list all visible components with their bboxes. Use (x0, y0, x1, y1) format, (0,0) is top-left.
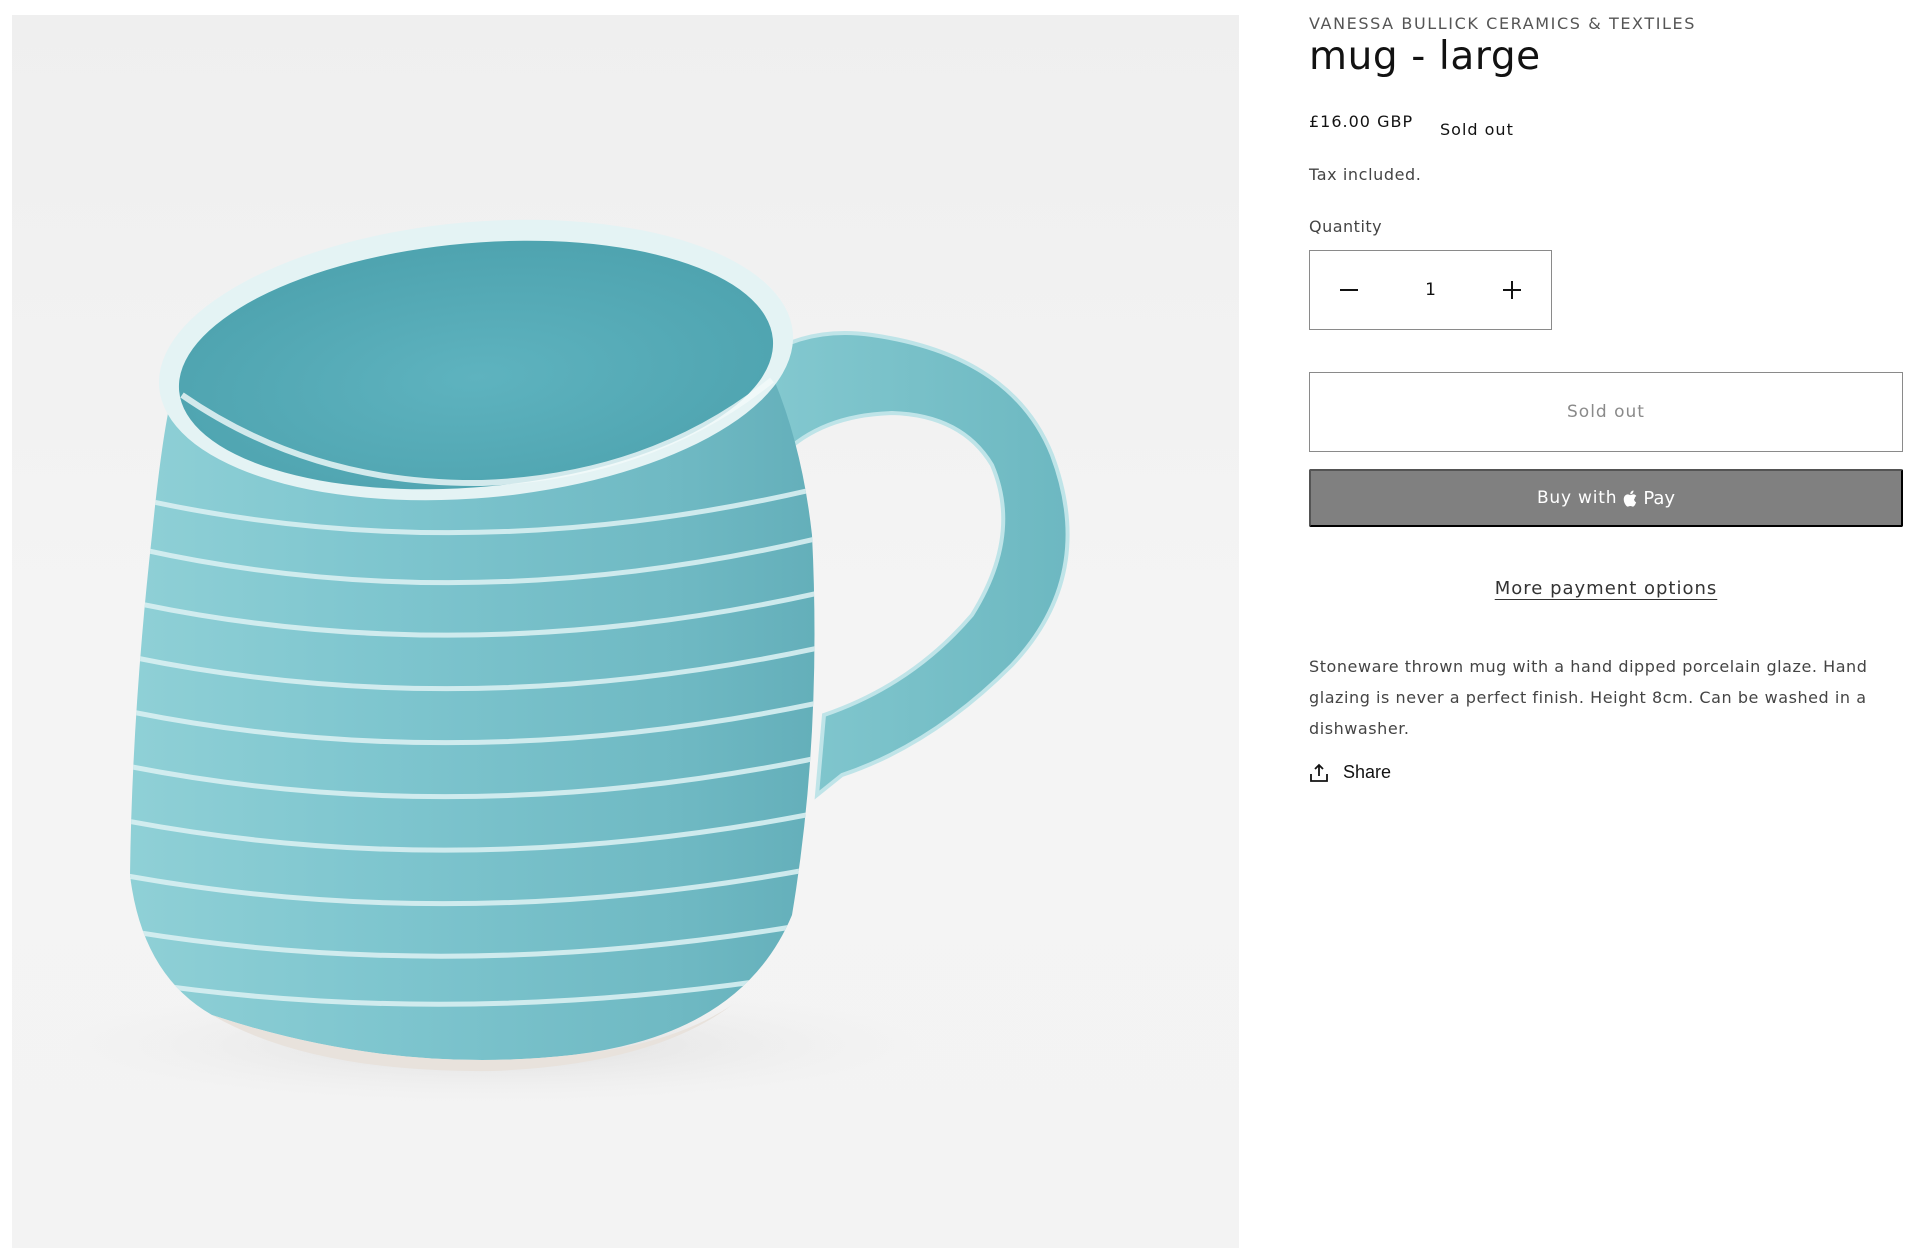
quantity-stepper (1309, 250, 1552, 330)
apple-pay-prefix: Buy with (1536, 488, 1618, 508)
quantity-decrease-button[interactable] (1310, 251, 1388, 329)
product-price: £16.00 GBP (1309, 112, 1414, 131)
share-icon (1310, 763, 1328, 782)
share-button[interactable]: Share (1309, 762, 1391, 783)
quantity-input[interactable] (1390, 251, 1471, 329)
add-to-cart-button[interactable]: Sold out (1309, 372, 1903, 452)
more-payment-options-link[interactable]: More payment options (1495, 578, 1718, 599)
apple-logo-icon (1623, 490, 1637, 507)
more-payment-options-container: More payment options (1309, 578, 1903, 599)
product-title: mug - large (1309, 34, 1541, 79)
product-description: Stoneware thrown mug with a hand dipped … (1309, 657, 1868, 738)
plus-icon (1503, 281, 1521, 299)
share-label: Share (1343, 762, 1392, 782)
apple-pay-button[interactable]: Buy with Pay (1309, 469, 1903, 527)
apple-pay-brand: Pay (1643, 487, 1676, 509)
minus-icon (1340, 289, 1358, 291)
product-image[interactable] (12, 15, 1239, 1248)
tax-note: Tax included. (1309, 165, 1422, 184)
sold-out-badge: Sold out (1440, 120, 1514, 139)
quantity-label: Quantity (1309, 217, 1383, 236)
quantity-increase-button[interactable] (1473, 251, 1551, 329)
mug-illustration (52, 219, 1070, 1105)
vendor-name: VANESSA BULLICK CERAMICS & TEXTILES (1309, 14, 1696, 33)
